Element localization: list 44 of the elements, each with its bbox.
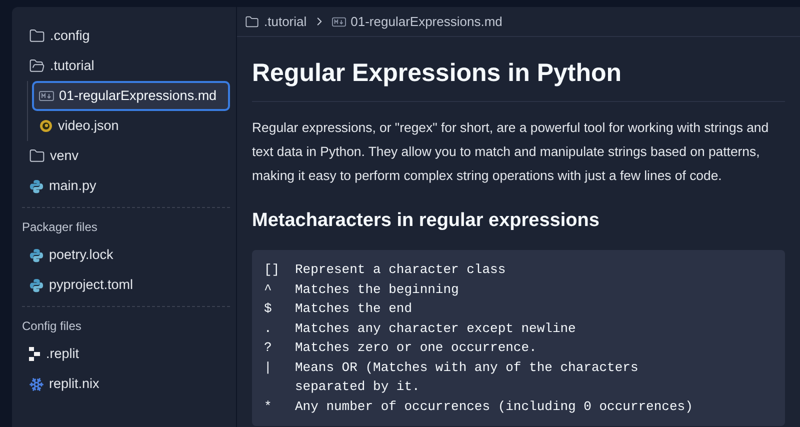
markdown-file-icon [39,91,54,101]
section-label: Packager files [22,219,98,236]
folder-icon [29,148,45,164]
file-tree-item[interactable]: .config [22,21,230,51]
code-line: Means OR (Matches with any of the characters [295,358,638,376]
code-line: Matches the beginning [295,280,459,298]
file-tree-item[interactable]: replit.nix [22,369,230,399]
folder-icon [245,14,259,28]
snowflake-icon [29,376,44,392]
file-tree-item[interactable]: main.py [22,171,230,201]
document-title: Regular Expressions in Python [252,55,785,102]
file-tree-item[interactable]: poetry.lock [22,240,230,270]
file-tree-item[interactable]: pyproject.toml [22,270,230,300]
code-line: Matches zero or one occurrence. [295,339,537,357]
file-tree-item[interactable]: .replit [22,339,230,369]
code-symbol: [] [264,262,280,277]
breadcrumb-item[interactable]: 01-regularExpressions.md [350,12,502,32]
python-icon [29,248,44,262]
markdown-file-icon [332,16,346,26]
breadcrumb-item[interactable]: .tutorial [264,12,307,32]
file-tree-item[interactable]: venv [22,141,230,171]
code-symbol: * [264,398,272,414]
section-label: Config files [22,318,82,335]
python-icon [29,278,44,292]
blocks-icon [29,347,41,361]
code-line: Matches any character except newline [295,320,576,338]
file-tree-item[interactable]: video.json [32,111,230,141]
section-heading: Metacharacters in regular expressions [252,209,600,233]
code-symbol: | [264,360,272,374]
code-symbol: . [264,320,272,336]
code-symbol: ^ [264,282,272,296]
code-symbol: ? [264,340,272,355]
code-line: separated by it. [295,378,420,396]
file-tree-item[interactable]: 01-regularExpressions.md [32,81,230,111]
folder-icon [29,28,45,44]
python-icon [29,178,44,194]
open-folder-icon [29,58,45,74]
intro-paragraph: Regular expressions, or "regex" for short, are a powerful tool for working with strings and text data in Python. They allow you to match and manipulate strings based on patterns, making it easy to perform complex string operations with just a few lines of code. [252,119,770,185]
file-tree-item[interactable]: .tutorial [22,51,230,81]
code-symbol: $ [264,301,272,316]
swirl-icon [39,119,53,133]
code-line: Any number of occurrences (including 0 occurrences) [295,398,693,416]
code-line: Represent a character class [295,261,506,279]
code-line: Matches the end [295,300,412,318]
